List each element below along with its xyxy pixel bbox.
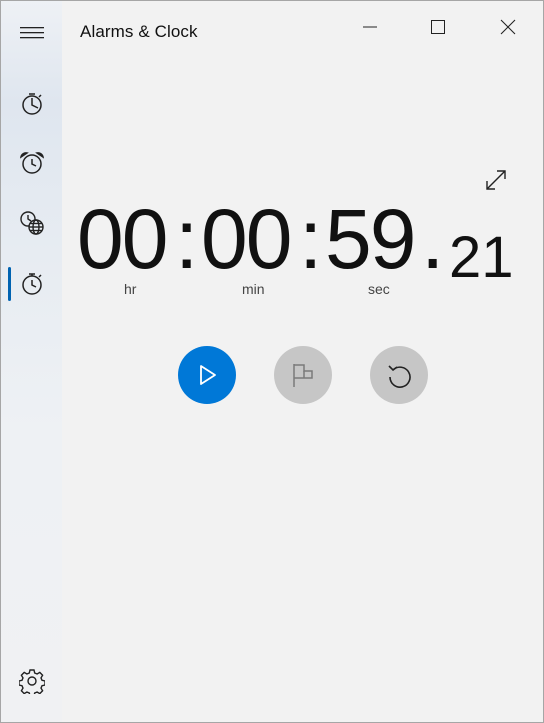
decimal-separator: . <box>421 192 444 286</box>
expand-button[interactable] <box>479 163 513 197</box>
lap-button[interactable] <box>274 346 332 404</box>
play-icon <box>200 365 216 385</box>
sidebar-item-alarm[interactable] <box>1 139 62 187</box>
expand-icon <box>486 170 506 190</box>
maximize-button[interactable] <box>405 1 471 53</box>
alarm-clock-icon <box>19 152 44 174</box>
seconds-value: 59 <box>325 192 416 286</box>
app-window: Alarms & Clock 00 : 00 : 59 . 21 hr min … <box>0 0 544 723</box>
minimize-icon <box>363 26 377 28</box>
hamburger-menu-icon <box>19 27 44 39</box>
seconds-unit-label: sec <box>368 281 390 297</box>
gear-icon <box>18 669 45 694</box>
reset-button[interactable] <box>370 346 428 404</box>
start-button[interactable] <box>178 346 236 404</box>
timer-icon <box>21 93 42 115</box>
sidebar-item-world-clock[interactable] <box>1 199 62 247</box>
reset-icon <box>388 365 411 388</box>
hundredths-value: 21 <box>449 225 514 290</box>
sidebar <box>1 1 62 722</box>
sidebar-item-timer[interactable] <box>1 80 62 128</box>
hours-minutes-separator: : <box>175 192 198 286</box>
minimize-button[interactable] <box>337 1 403 53</box>
settings-button[interactable] <box>1 657 62 705</box>
world-clock-icon <box>19 211 44 235</box>
minutes-unit-label: min <box>242 281 265 297</box>
stopwatch-icon <box>21 273 42 295</box>
menu-button[interactable] <box>1 8 62 56</box>
sidebar-item-stopwatch[interactable] <box>1 260 62 308</box>
app-title: Alarms & Clock <box>80 22 198 41</box>
flag-icon <box>293 364 313 387</box>
title-bar: Alarms & Clock <box>62 1 543 63</box>
hours-value: 00 <box>77 192 168 286</box>
minutes-value: 00 <box>201 192 292 286</box>
close-icon <box>500 19 516 35</box>
hours-unit-label: hr <box>124 281 137 297</box>
minutes-seconds-separator: : <box>299 192 322 286</box>
maximize-icon <box>431 20 445 34</box>
close-button[interactable] <box>475 1 541 53</box>
